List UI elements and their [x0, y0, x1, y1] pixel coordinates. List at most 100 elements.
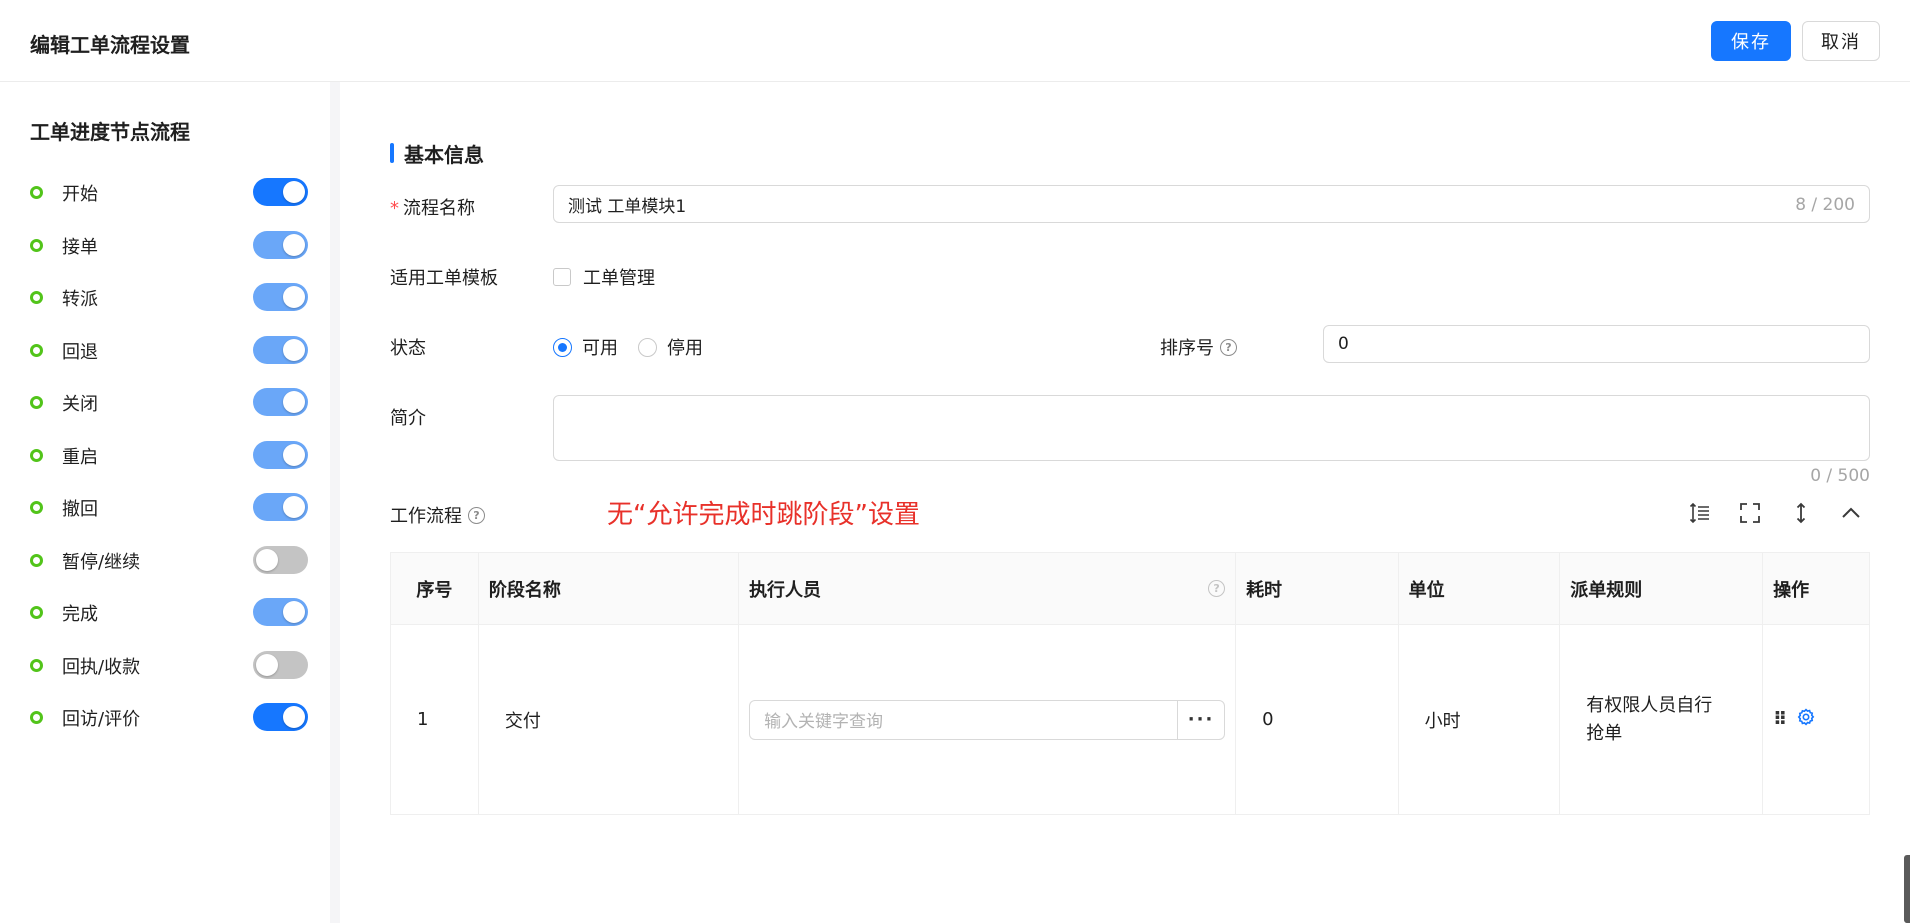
flow-name-input[interactable]: 测试 工单模块1 8 / 200 [553, 185, 1870, 223]
toggle-knob [256, 549, 278, 571]
status-radio-group: 可用 停用 [553, 334, 703, 360]
toggle-knob [283, 286, 305, 308]
executor-cell: 输入关键字查询 ··· [738, 624, 1237, 815]
help-icon[interactable]: ? [1220, 338, 1237, 356]
executor-search: 输入关键字查询 ··· [749, 699, 1226, 740]
node-toggle-pause-resume[interactable] [253, 546, 308, 574]
chevron-up-icon[interactable] [1836, 498, 1866, 528]
node-item-transfer: 转派 [30, 282, 310, 312]
node-item-restart: 重启 [30, 440, 310, 470]
node-dot-icon [30, 344, 43, 357]
top-bar: 编辑工单流程设置 保存 取消 [0, 0, 1910, 82]
sort-label-text: 排序号 [1160, 338, 1214, 359]
node-label: 回退 [62, 342, 98, 363]
node-item-complete: 完成 [30, 597, 310, 627]
section-basic-info: 基本信息 [390, 142, 484, 167]
node-dot-icon [30, 291, 43, 304]
help-icon[interactable]: ? [1208, 580, 1226, 597]
column-header: 操作 [1762, 552, 1870, 625]
template-option-label: 工单管理 [583, 268, 655, 289]
fullscreen-icon[interactable] [1735, 498, 1765, 528]
node-toggle-close[interactable] [253, 388, 308, 416]
column-header-executor: 执行人员 ? [738, 552, 1237, 625]
row-height-icon[interactable] [1685, 498, 1715, 528]
node-toggle-complete[interactable] [253, 598, 308, 626]
node-item-receipt: 回执/收款 [30, 650, 310, 680]
node-label: 回执/收款 [62, 657, 141, 678]
toggle-knob [283, 181, 305, 203]
gear-icon[interactable] [1797, 708, 1815, 731]
node-label: 关闭 [62, 394, 98, 415]
sort-label: 排序号 ? [1160, 334, 1237, 360]
node-dot-icon [30, 396, 43, 409]
intro-counter: 0 / 500 [1810, 466, 1870, 486]
status-enabled-radio[interactable] [553, 337, 572, 357]
sidebar-title: 工单进度节点流程 [30, 120, 190, 144]
annotation-note: 无“允许完成时跳阶段”设置 [607, 500, 920, 530]
main-panel: 基本信息 * 流程名称 测试 工单模块1 8 / 200 适用工单模板 工单管理 … [350, 82, 1910, 923]
stage-name: 交付 [477, 624, 740, 815]
node-toggle-review[interactable] [253, 703, 308, 731]
template-label: 适用工单模板 [390, 268, 498, 289]
drag-handle-icon[interactable]: ⠿ [1773, 709, 1787, 730]
node-label: 开始 [62, 184, 98, 205]
vertical-expand-icon[interactable] [1786, 498, 1816, 528]
required-mark: * [390, 198, 399, 219]
flow-name-label-text: 流程名称 [403, 198, 475, 219]
toggle-knob [283, 496, 305, 518]
executor-search-input[interactable]: 输入关键字查询 [749, 699, 1178, 740]
help-icon[interactable]: ? [468, 506, 485, 524]
workflow-table: 序号 阶段名称 执行人员 ? 耗时 单位 派单规则 操作 1 交付 输入关键字查… [390, 552, 1870, 815]
save-button[interactable]: 保存 [1711, 21, 1791, 61]
node-toggle-accept[interactable] [253, 231, 308, 259]
intro-label: 简介 [390, 408, 426, 429]
table-header-row: 序号 阶段名称 执行人员 ? 耗时 单位 派单规则 操作 [390, 552, 1870, 625]
flow-name-label: * 流程名称 [390, 194, 475, 220]
workflow-label-text: 工作流程 [390, 506, 462, 527]
node-dot-icon [30, 606, 43, 619]
node-item-pause-resume: 暂停/继续 [30, 545, 310, 575]
node-label: 完成 [62, 604, 98, 625]
toggle-knob [283, 706, 305, 728]
node-label: 接单 [62, 237, 98, 258]
cancel-button[interactable]: 取消 [1802, 21, 1880, 61]
toggle-knob [283, 391, 305, 413]
node-dot-icon [30, 186, 43, 199]
page-title: 编辑工单流程设置 [30, 33, 190, 57]
scrollbar-thumb[interactable] [1904, 855, 1910, 923]
status-disabled-radio[interactable] [638, 337, 657, 357]
column-header: 派单规则 [1559, 552, 1764, 625]
node-toggle-transfer[interactable] [253, 283, 308, 311]
node-label: 暂停/继续 [62, 552, 141, 573]
node-label: 撤回 [62, 499, 98, 520]
node-toggle-restart[interactable] [253, 441, 308, 469]
node-dot-icon [30, 239, 43, 252]
more-options-button[interactable]: ··· [1177, 699, 1226, 740]
column-header: 阶段名称 [477, 552, 740, 625]
status-label: 状态 [390, 338, 426, 359]
sort-number-input[interactable]: 0 [1323, 325, 1870, 363]
template-checkbox[interactable] [553, 268, 571, 286]
node-toggle-rollback[interactable] [253, 336, 308, 364]
toggle-knob [283, 601, 305, 623]
section-marker [390, 143, 394, 163]
flow-name-counter: 8 / 200 [1795, 195, 1855, 215]
node-dot-icon [30, 501, 43, 514]
section-title: 基本信息 [404, 142, 484, 167]
template-checkbox-group[interactable]: 工单管理 [553, 264, 655, 290]
node-toggle-receipt[interactable] [253, 651, 308, 679]
unit-value: 小时 [1397, 624, 1561, 815]
column-header: 单位 [1397, 552, 1561, 625]
status-enabled-label: 可用 [582, 338, 618, 359]
intro-textarea[interactable] [553, 395, 1870, 461]
toggle-knob [283, 339, 305, 361]
node-label: 转派 [62, 289, 98, 310]
node-item-review: 回访/评价 [30, 702, 310, 732]
dispatch-rule-text: 有权限人员自行抢单 [1586, 694, 1713, 744]
node-toggle-start[interactable] [253, 178, 308, 206]
node-dot-icon [30, 554, 43, 567]
node-dot-icon [30, 711, 43, 724]
node-label: 重启 [62, 447, 98, 468]
duration-value: 0 [1235, 624, 1399, 815]
node-toggle-withdraw[interactable] [253, 493, 308, 521]
